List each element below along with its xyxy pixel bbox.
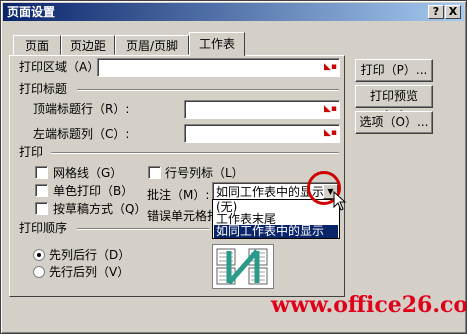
title-bar: 页面设置 ? X [3, 3, 464, 21]
print-titles-divider [77, 89, 339, 91]
tab-sheet[interactable]: 工作表 [189, 32, 245, 56]
print-section-divider [51, 152, 339, 154]
tab-header-footer[interactable]: 页眉/页脚 [115, 35, 189, 55]
close-button[interactable]: X [445, 5, 461, 19]
draft-quality-checkbox[interactable] [35, 202, 48, 215]
options-button[interactable]: 选项（O）... [355, 111, 433, 134]
down-then-over-label: 先列后行（D） [49, 248, 131, 262]
down-then-over-radio[interactable] [33, 249, 45, 261]
tab-page[interactable]: 页面 [13, 35, 61, 55]
page-order-preview [212, 244, 274, 289]
print-area-label: 打印区域（A）: [19, 60, 104, 74]
row-col-headers-checkbox[interactable] [148, 166, 161, 179]
window-title: 页面设置 [7, 5, 56, 19]
page-order-illustration-icon [216, 248, 268, 285]
help-button[interactable]: ? [428, 5, 444, 19]
draft-quality-label: 按草稿方式（Q） [53, 202, 147, 216]
dropdown-option-as-displayed[interactable]: 如同工作表中的显示 [214, 225, 338, 238]
top-rows-label: 顶端标题行（R）: [33, 102, 130, 116]
print-button[interactable]: 打印（P）... [355, 59, 433, 82]
cell-errors-label: 错误单元格打 [147, 209, 220, 223]
black-white-checkbox[interactable] [35, 184, 48, 197]
print-titles-section-label: 打印标题 [19, 82, 68, 96]
left-cols-input[interactable]: ◣▪ [184, 124, 340, 143]
mouse-pointer-icon [333, 191, 347, 211]
range-picker-icon[interactable]: ◣▪ [323, 102, 338, 117]
range-picker-icon[interactable]: ◣▪ [323, 60, 338, 75]
top-rows-input[interactable]: ◣▪ [184, 100, 340, 119]
comments-label: 批注（M）: [147, 188, 210, 202]
print-preview-button[interactable]: 打印预览（W） [355, 85, 433, 123]
gridlines-checkbox[interactable] [35, 166, 48, 179]
tab-margins[interactable]: 页边距 [61, 35, 115, 55]
gridlines-label: 网格线（G） [53, 166, 123, 180]
page-order-divider [77, 228, 209, 230]
range-picker-icon[interactable]: ◣▪ [323, 126, 338, 141]
over-then-down-radio[interactable] [33, 266, 45, 278]
page-order-section-label: 打印顺序 [19, 221, 68, 235]
black-white-label: 单色打印（B） [53, 184, 134, 198]
row-col-headers-label: 行号列标（L） [165, 166, 244, 180]
page-setup-dialog: 页面设置 ? X 页面 页边距 页眉/页脚 工作表 打印区域（A）: ◣▪ 打印… [0, 0, 467, 334]
watermark-text: www.office26.com [271, 292, 467, 318]
print-section-label: 打印 [19, 145, 44, 159]
print-area-input[interactable]: ◣▪ [97, 58, 340, 77]
comments-dropdown-list: (无) 工作表末尾 如同工作表中的显示 [212, 199, 340, 239]
over-then-down-label: 先行后列（V） [49, 265, 130, 279]
left-cols-label: 左端标题列（C）: [33, 127, 130, 141]
